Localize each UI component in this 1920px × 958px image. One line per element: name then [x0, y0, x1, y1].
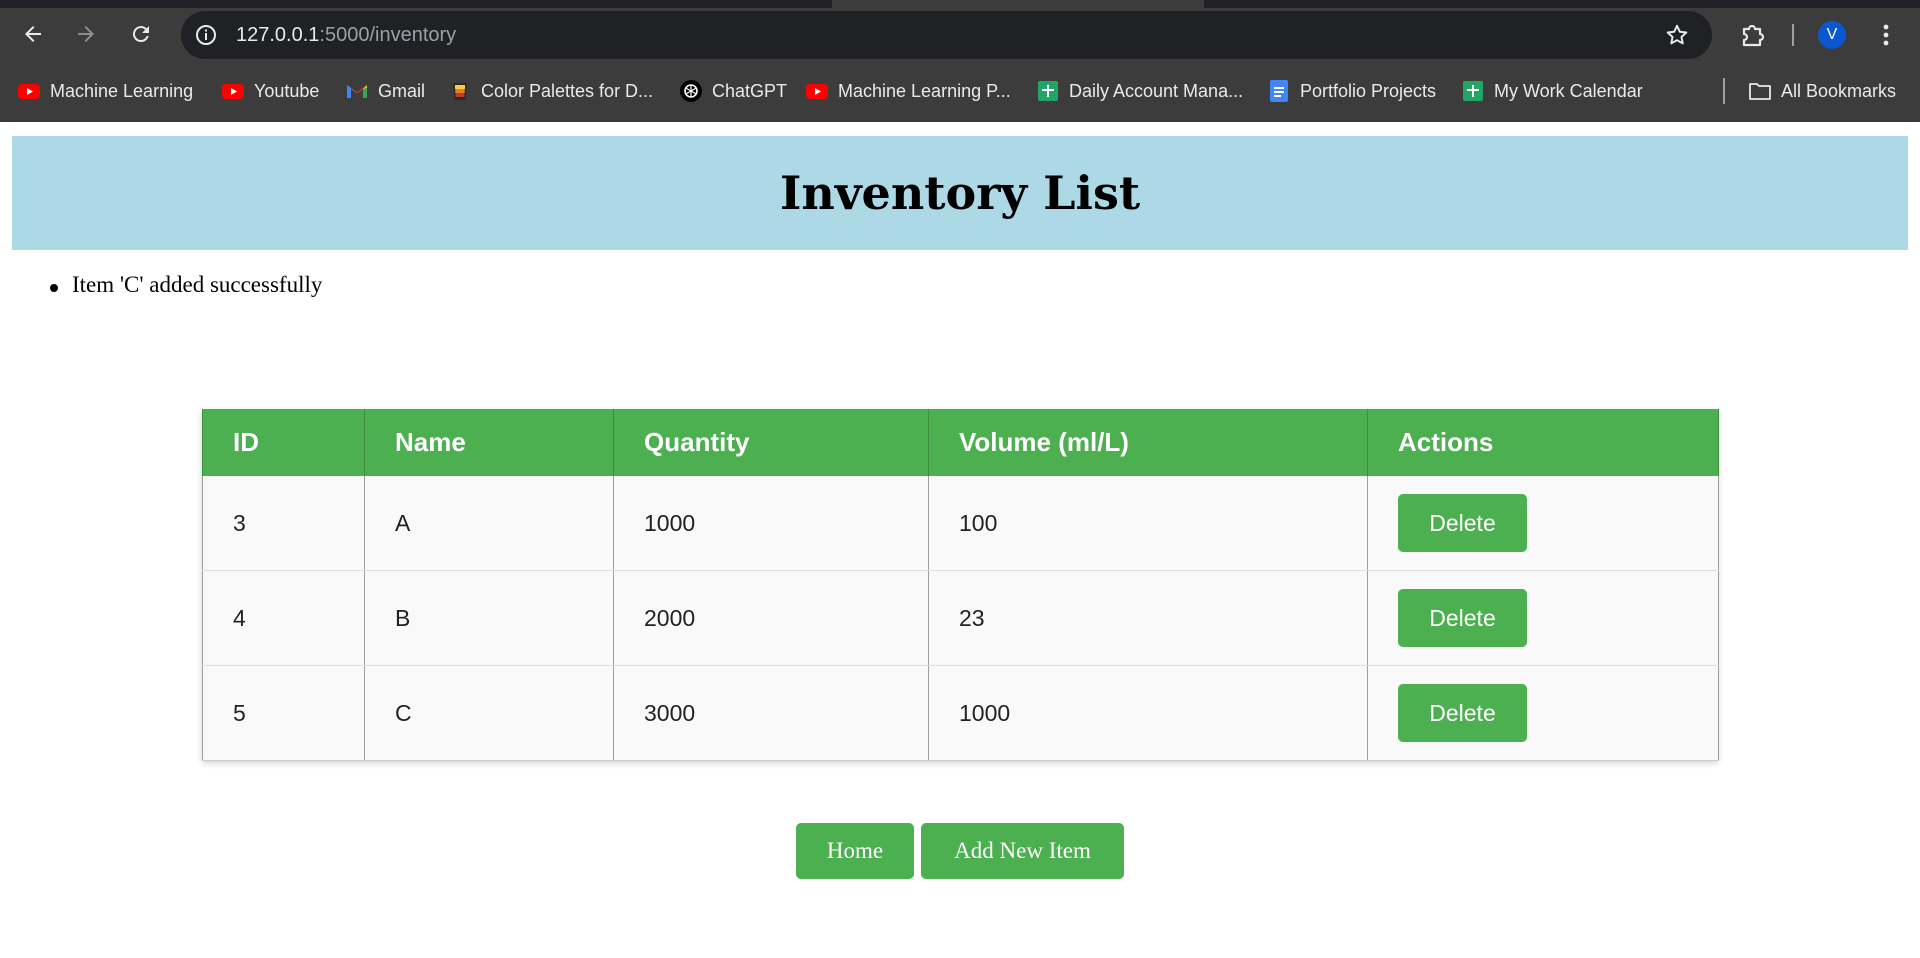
bookmark-daily-account[interactable]: Daily Account Mana...: [1036, 74, 1243, 108]
bookmark-gmail[interactable]: Gmail: [345, 74, 425, 108]
table-header-row: ID Name Quantity Volume (ml/L) Actions: [202, 409, 1719, 476]
cell-name: B: [364, 570, 614, 666]
reload-icon[interactable]: [123, 16, 159, 52]
header-volume: Volume (ml/L): [928, 409, 1368, 476]
header-id: ID: [202, 409, 365, 476]
palette-icon: [453, 83, 467, 100]
inventory-table-container: ID Name Quantity Volume (ml/L) Actions 3…: [202, 409, 1719, 761]
youtube-icon: [18, 84, 40, 99]
bookmark-color-palettes[interactable]: Color Palettes for D...: [448, 74, 653, 108]
inventory-table: ID Name Quantity Volume (ml/L) Actions 3…: [202, 409, 1719, 761]
docs-icon: [1270, 80, 1288, 102]
flash-messages: Item 'C' added successfully: [48, 272, 322, 298]
tab-strip: [0, 0, 1920, 8]
bookmark-youtube[interactable]: Youtube: [221, 74, 319, 108]
header-name: Name: [364, 409, 614, 476]
cell-volume: 100: [928, 476, 1368, 571]
sheets-icon: [1038, 81, 1058, 101]
bottom-actions: Home Add New Item: [796, 823, 1124, 879]
table-row: 3 A 1000 100 Delete: [202, 476, 1719, 571]
home-button[interactable]: Home: [796, 823, 914, 879]
cell-id: 3: [202, 476, 365, 571]
bookmark-machine-learning[interactable]: Machine Learning: [17, 74, 193, 108]
forward-icon[interactable]: [68, 16, 104, 52]
profile-avatar[interactable]: V: [1818, 21, 1846, 49]
cell-id: 5: [202, 665, 365, 761]
bookmarks-bar: Machine Learning Youtube Gmail Color Pal…: [0, 74, 1920, 108]
cell-id: 4: [202, 570, 365, 666]
cell-actions: Delete: [1367, 665, 1719, 761]
site-info-icon[interactable]: [193, 22, 219, 48]
add-new-item-button[interactable]: Add New Item: [921, 823, 1124, 879]
chatgpt-icon: [680, 80, 702, 102]
folder-icon: [1749, 83, 1771, 100]
delete-button[interactable]: Delete: [1398, 494, 1527, 552]
cell-name: A: [364, 476, 614, 571]
table-row: 5 C 3000 1000 Delete: [202, 665, 1719, 761]
cell-actions: Delete: [1367, 476, 1719, 571]
youtube-icon: [806, 84, 828, 99]
extensions-icon[interactable]: [1738, 20, 1768, 50]
header-actions: Actions: [1367, 409, 1719, 476]
bookmark-chatgpt[interactable]: ChatGPT: [679, 74, 787, 108]
browser-chrome: 127.0.0.1:5000/inventory V Machine Learn…: [0, 0, 1920, 122]
delete-button[interactable]: Delete: [1398, 684, 1527, 742]
table-row: 4 B 2000 23 Delete: [202, 570, 1719, 666]
cell-name: C: [364, 665, 614, 761]
cell-volume: 1000: [928, 665, 1368, 761]
page-title: Inventory List: [779, 166, 1141, 220]
delete-button[interactable]: Delete: [1398, 589, 1527, 647]
flash-message: Item 'C' added successfully: [48, 272, 322, 298]
bookmarks-divider: [1723, 78, 1725, 104]
url-text[interactable]: 127.0.0.1:5000/inventory: [236, 22, 456, 48]
youtube-icon: [222, 84, 244, 99]
bookmark-my-work-calendar[interactable]: My Work Calendar: [1461, 74, 1643, 108]
address-bar[interactable]: 127.0.0.1:5000/inventory: [181, 11, 1712, 59]
cell-quantity: 2000: [613, 570, 929, 666]
cell-actions: Delete: [1367, 570, 1719, 666]
cell-quantity: 1000: [613, 476, 929, 571]
menu-kebab-icon[interactable]: [1874, 20, 1898, 50]
all-bookmarks[interactable]: All Bookmarks: [1748, 74, 1896, 108]
bookmark-machine-learning-p[interactable]: Machine Learning P...: [805, 74, 1011, 108]
cell-quantity: 3000: [613, 665, 929, 761]
toolbar-divider: [1792, 24, 1794, 46]
active-tab[interactable]: [832, 0, 1204, 8]
bookmark-portfolio-projects[interactable]: Portfolio Projects: [1267, 74, 1436, 108]
gmail-icon: [347, 85, 367, 98]
sheets-icon: [1463, 81, 1483, 101]
bookmark-star-icon[interactable]: [1664, 22, 1690, 48]
header-quantity: Quantity: [613, 409, 929, 476]
page-header: Inventory List: [12, 136, 1908, 250]
back-icon[interactable]: [15, 16, 51, 52]
cell-volume: 23: [928, 570, 1368, 666]
